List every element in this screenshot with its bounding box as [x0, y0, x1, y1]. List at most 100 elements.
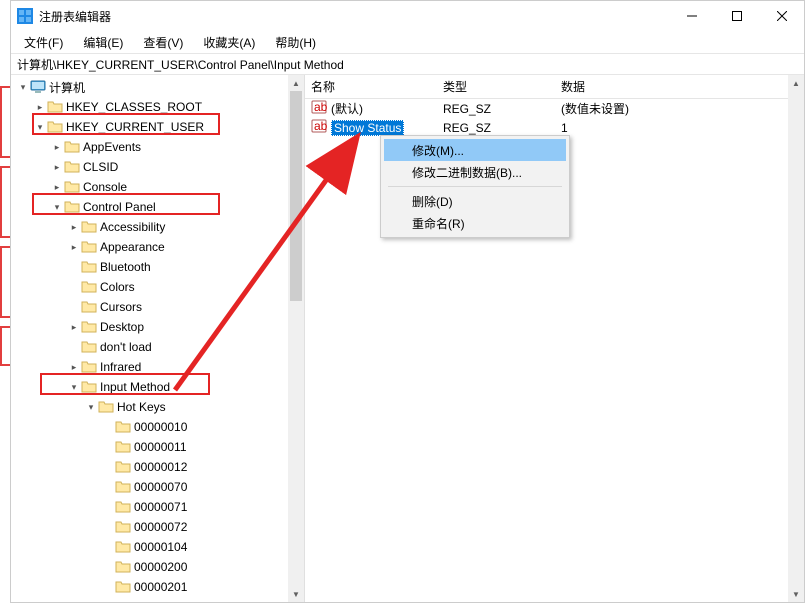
folder-icon: [115, 459, 131, 475]
tree-root-computer[interactable]: ▾计算机: [11, 77, 304, 97]
tree-hotkey-item[interactable]: ▸00000200: [11, 557, 304, 577]
col-data[interactable]: 数据: [555, 75, 804, 98]
left-edge-highlight-4: .: [0, 326, 10, 366]
chevron-right-icon[interactable]: ▸: [68, 362, 80, 373]
scroll-track[interactable]: [788, 91, 804, 586]
tree-hotkey-item[interactable]: ▸00000011: [11, 437, 304, 457]
tree-colors[interactable]: ▸Colors: [11, 277, 304, 297]
chevron-right-icon[interactable]: ▸: [68, 222, 80, 233]
tree-control-panel[interactable]: ▾Control Panel: [11, 197, 304, 217]
folder-icon: [81, 239, 97, 255]
tree-appearance[interactable]: ▸Appearance: [11, 237, 304, 257]
tree-scrollbar[interactable]: ▲ ▼: [288, 75, 304, 602]
folder-icon: [81, 319, 97, 335]
address-path: 计算机\HKEY_CURRENT_USER\Control Panel\Inpu…: [17, 56, 344, 73]
folder-icon: [115, 419, 131, 435]
chevron-right-icon[interactable]: ▸: [51, 182, 63, 193]
values-pane: 名称 类型 数据 ab(默认) REG_SZ (数值未设置) abShow St…: [305, 75, 804, 602]
scroll-track[interactable]: [288, 91, 304, 586]
tree-hkcr[interactable]: ▸HKEY_CLASSES_ROOT: [11, 97, 304, 117]
folder-icon: [81, 279, 97, 295]
folder-icon: [115, 439, 131, 455]
menu-edit[interactable]: 编辑(E): [74, 32, 132, 53]
chevron-right-icon[interactable]: ▸: [51, 142, 63, 153]
chevron-down-icon[interactable]: ▾: [85, 402, 97, 413]
chevron-right-icon[interactable]: ▸: [51, 162, 63, 173]
address-bar[interactable]: 计算机\HKEY_CURRENT_USER\Control Panel\Inpu…: [11, 53, 804, 75]
tree-hotkey-item[interactable]: ▸00000012: [11, 457, 304, 477]
tree-hotkey-item[interactable]: ▸00000072: [11, 517, 304, 537]
maximize-button[interactable]: [714, 1, 759, 31]
tree-hotkey-item[interactable]: ▸00000070: [11, 477, 304, 497]
tree-hotkey-item[interactable]: ▸00000104: [11, 537, 304, 557]
tree-hotkey-item[interactable]: ▸00000071: [11, 497, 304, 517]
chevron-right-icon[interactable]: ▸: [68, 242, 80, 253]
value-row-default[interactable]: ab(默认) REG_SZ (数值未设置): [305, 99, 804, 118]
tree-infrared[interactable]: ▸Infrared: [11, 357, 304, 377]
string-value-icon: ab: [311, 118, 327, 137]
tree-accessibility[interactable]: ▸Accessibility: [11, 217, 304, 237]
list-scrollbar[interactable]: ▲ ▼: [788, 75, 804, 602]
folder-icon: [115, 579, 131, 595]
ctx-rename[interactable]: 重命名(R): [384, 212, 566, 234]
chevron-down-icon[interactable]: ▾: [68, 382, 80, 393]
folder-icon: [115, 499, 131, 515]
ctx-delete[interactable]: 删除(D): [384, 190, 566, 212]
tree-hkcu[interactable]: ▾HKEY_CURRENT_USER: [11, 117, 304, 137]
folder-icon: [47, 119, 63, 135]
scroll-thumb[interactable]: [290, 91, 302, 301]
folder-icon: [115, 519, 131, 535]
folder-icon: [115, 559, 131, 575]
app-icon: [17, 8, 33, 24]
ctx-modify[interactable]: 修改(M)...: [384, 139, 566, 161]
ctx-modify-binary[interactable]: 修改二进制数据(B)...: [384, 161, 566, 183]
tree-clsid[interactable]: ▸CLSID: [11, 157, 304, 177]
chevron-down-icon[interactable]: ▾: [34, 122, 46, 133]
tree-cursors[interactable]: ▸Cursors: [11, 297, 304, 317]
folder-icon: [81, 299, 97, 315]
svg-text:ab: ab: [314, 100, 327, 114]
folder-icon: [115, 539, 131, 555]
folder-icon: [81, 379, 97, 395]
tree-bluetooth[interactable]: ▸Bluetooth: [11, 257, 304, 277]
menu-view[interactable]: 查看(V): [134, 32, 192, 53]
tree-hotkeys[interactable]: ▾Hot Keys: [11, 397, 304, 417]
tree-input-method[interactable]: ▾Input Method: [11, 377, 304, 397]
close-button[interactable]: [759, 1, 804, 31]
folder-icon: [64, 199, 80, 215]
folder-icon: [64, 179, 80, 195]
folder-icon: [81, 359, 97, 375]
menu-favorites[interactable]: 收藏夹(A): [194, 32, 264, 53]
menu-file[interactable]: 文件(F): [15, 32, 72, 53]
computer-icon: [30, 79, 46, 95]
folder-icon: [115, 479, 131, 495]
ctx-separator: [388, 186, 562, 187]
chevron-right-icon[interactable]: ▸: [68, 322, 80, 333]
scroll-up-icon[interactable]: ▲: [788, 75, 804, 91]
scroll-up-icon[interactable]: ▲: [288, 75, 304, 91]
chevron-down-icon[interactable]: ▾: [51, 202, 63, 213]
folder-icon: [81, 339, 97, 355]
scroll-down-icon[interactable]: ▼: [288, 586, 304, 602]
scroll-down-icon[interactable]: ▼: [788, 586, 804, 602]
tree-console[interactable]: ▸Console: [11, 177, 304, 197]
chevron-right-icon[interactable]: ▸: [34, 102, 46, 113]
folder-icon: [47, 99, 63, 115]
titlebar: 注册表编辑器: [11, 1, 804, 31]
list-header: 名称 类型 数据: [305, 75, 804, 99]
left-edge-highlight-3: .: [0, 246, 10, 318]
tree-appevents[interactable]: ▸AppEvents: [11, 137, 304, 157]
col-type[interactable]: 类型: [437, 75, 555, 98]
chevron-down-icon[interactable]: ▾: [17, 82, 29, 93]
regedit-window: 注册表编辑器 文件(F) 编辑(E) 查看(V) 收藏夹(A) 帮助(H) 计算…: [10, 0, 805, 603]
context-menu: 修改(M)... 修改二进制数据(B)... 删除(D) 重命名(R): [380, 135, 570, 238]
tree-hotkey-item[interactable]: ▸00000201: [11, 577, 304, 597]
folder-icon: [81, 219, 97, 235]
col-name[interactable]: 名称: [305, 75, 437, 98]
menubar: 文件(F) 编辑(E) 查看(V) 收藏夹(A) 帮助(H): [11, 31, 804, 53]
tree-dontload[interactable]: ▸don't load: [11, 337, 304, 357]
minimize-button[interactable]: [669, 1, 714, 31]
tree-hotkey-item[interactable]: ▸00000010: [11, 417, 304, 437]
menu-help[interactable]: 帮助(H): [266, 32, 325, 53]
tree-desktop[interactable]: ▸Desktop: [11, 317, 304, 337]
